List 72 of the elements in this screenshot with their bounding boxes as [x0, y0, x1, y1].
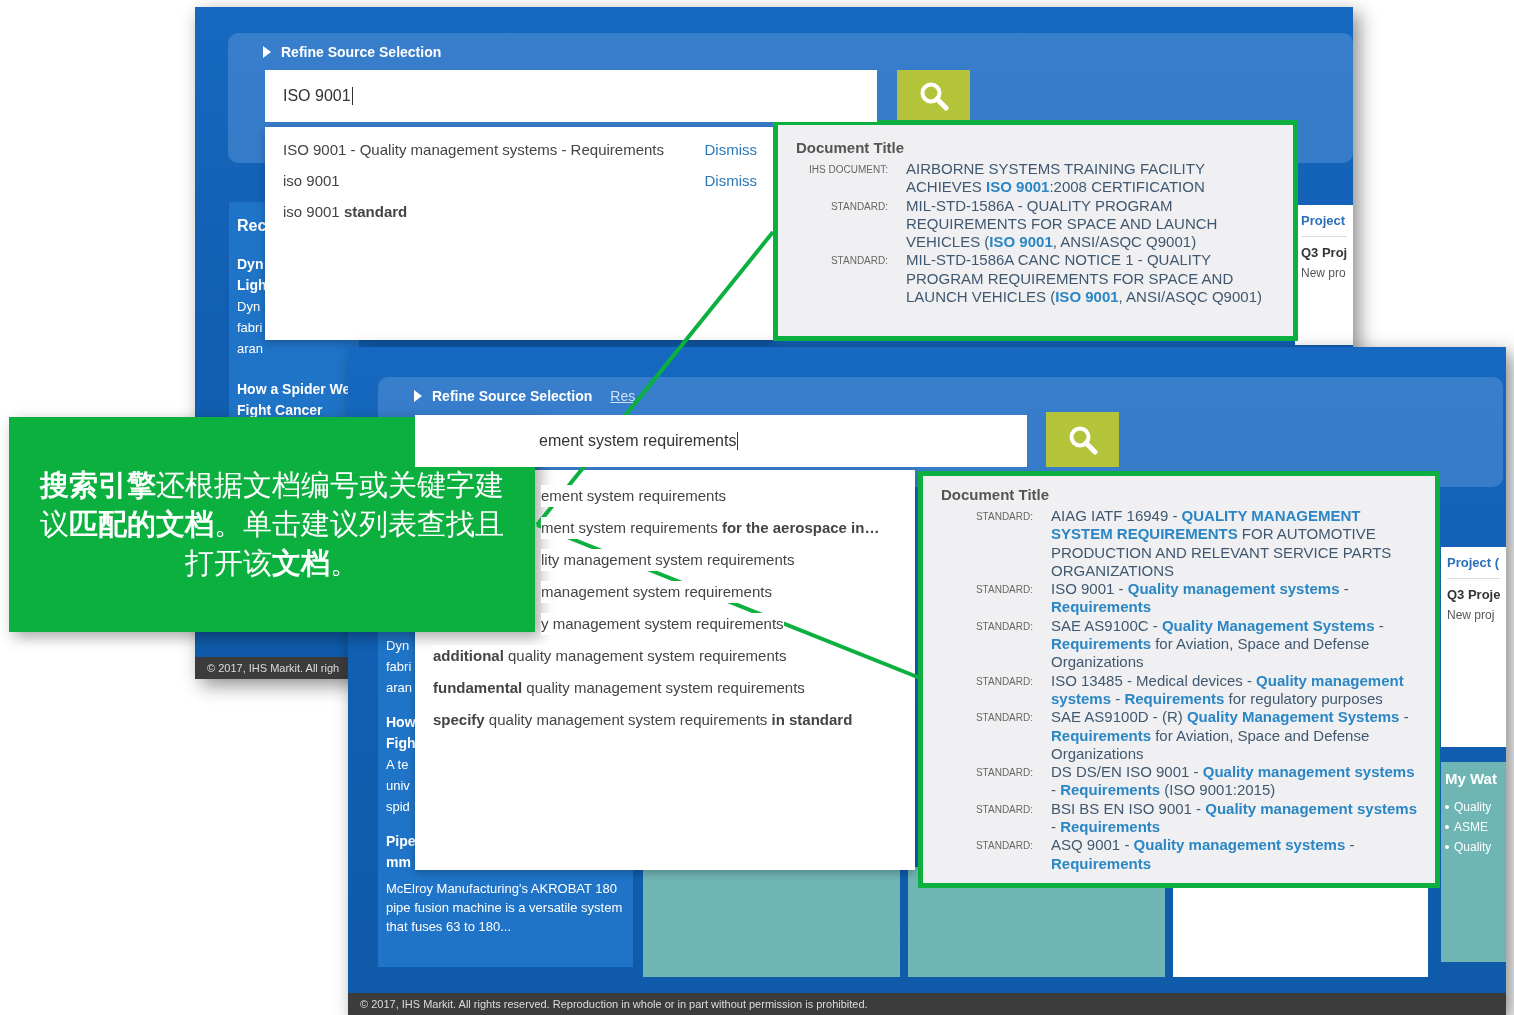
sidebar-text: Ligh [237, 276, 267, 295]
project-item-text: New proj [1447, 608, 1496, 622]
document-title[interactable]: ISO 13485 - Medical devices - Quality management systems - Requirements for regulatory purposes [1051, 671, 1417, 709]
copyright-text: © 2017, IHS Markit. All rights reserved. Reproduction in whole or in part without permission is prohibited. [360, 998, 868, 1010]
document-type: STANDARD: [974, 839, 1034, 852]
search-icon [918, 81, 949, 111]
bullet-icon [1445, 805, 1449, 809]
refine-label: Refine Source Selection [281, 44, 442, 60]
sidebar-text: Dyn [237, 298, 261, 316]
document-title[interactable]: ASQ 9001 - Quality management systems - Requirements [1051, 836, 1417, 873]
project-title: Project [1301, 213, 1347, 237]
sidebar-text: Rec [237, 216, 267, 236]
search-button[interactable] [1046, 412, 1119, 467]
document-type: STANDARD: [974, 510, 1034, 522]
sidebar-text: McElroy Manufacturing's AKROBAT 180 pipe fusion machine is a versatile system that fuses 63 to 180... [386, 880, 624, 936]
sidebar-text: How [386, 713, 416, 732]
document-type: STANDARD: [974, 802, 1034, 815]
triangle-icon [263, 46, 271, 58]
sidebar-text: aran [386, 679, 413, 697]
dismiss-link[interactable]: Dismiss [704, 139, 757, 161]
document-type: STANDARD: [974, 711, 1034, 724]
copyright-text: © 2017, IHS Markit. All righ [207, 662, 340, 674]
project-item-title: Q3 Proj [1301, 245, 1347, 260]
sidebar-text: fabri [386, 658, 412, 676]
document-type: IHS DOCUMENT: [808, 163, 889, 175]
document-title[interactable]: AIRBORNE SYSTEMS TRAINING FACILITY ACHIEVES ISO 9001:2008 CERTIFICATION [906, 160, 1275, 197]
sidebar-text: Fight Cancer [237, 401, 323, 420]
search-button[interactable] [897, 70, 970, 122]
search-icon [1067, 424, 1098, 455]
refine-label: Refine Source Selection [432, 388, 593, 404]
sidebar-text: univ [386, 777, 410, 795]
popup-heading: Document Title [941, 486, 1051, 503]
document-title[interactable]: BSI BS EN ISO 9001 - Quality management systems - Requirements [1051, 799, 1417, 837]
document-title[interactable]: SAE AS9100D - (R) Quality Management Systems - Requirements for Aviation, Space and Defense Organizations [1051, 708, 1417, 764]
document-title[interactable]: MIL-STD-1586A - QUALITY PROGRAM REQUIREMENTS FOR SPACE AND LAUNCH VEHICLES (ISO 9001, ANSI/ASQC Q9001) [906, 196, 1275, 252]
bullet-icon [1445, 845, 1449, 849]
search-field[interactable]: ISO 9001 [265, 70, 877, 122]
project-item-text: New pro [1301, 266, 1347, 280]
suggestion-item[interactable]: lity management system requirements [541, 549, 795, 571]
sidebar-text: spid [386, 798, 410, 816]
search-field[interactable]: ement system requirements [415, 415, 1027, 467]
document-title[interactable]: DS DS/EN ISO 9001 - Quality management systems - Requirements (ISO 9001:2015) [1051, 763, 1417, 800]
bullet-icon [1445, 825, 1449, 829]
popup-heading: Document Title [796, 139, 906, 156]
document-type: STANDARD: [974, 766, 1034, 779]
suggestion-item[interactable]: ment system requirements for the aerospace in… [541, 517, 880, 539]
watch-title: My Wat [1445, 770, 1498, 787]
document-type: STANDARD: [974, 583, 1034, 596]
document-type: STANDARD: [829, 254, 889, 267]
project-item-title: Q3 Proje [1447, 587, 1500, 602]
sidebar-text: Figh [386, 734, 416, 753]
triangle-icon [414, 390, 422, 402]
document-title[interactable]: AIAG IATF 16949 - QUALITY MANAGEMENT SYSTEM REQUIREMENTS FOR AUTOMOTIVE PRODUCTION AND RELEVANT SERVICE PARTS ORGANIZATIONS [1051, 507, 1417, 581]
document-title[interactable]: SAE AS9100C - Quality Management Systems - Requirements for Aviation, Space and Defense Organizations [1051, 616, 1417, 672]
document-type: STANDARD: [829, 199, 889, 212]
document-title[interactable]: MIL-STD-1586A CANC NOTICE 1 - QUALITY PROGRAM REQUIREMENTS FOR SPACE AND LAUNCH VEHICLES (ISO 9001, ANSI/ASQC Q9001) [906, 251, 1275, 307]
sidebar-text: Pipe [386, 832, 416, 851]
project-title: Project ( [1447, 555, 1500, 579]
suggestion-item[interactable]: management system requirements [541, 581, 772, 603]
sidebar-text: A te [386, 756, 409, 774]
sidebar-text: mm [386, 853, 411, 872]
sidebar-text: Dyn [386, 637, 410, 655]
document-type: STANDARD: [974, 619, 1034, 632]
document-type: STANDARD: [974, 674, 1034, 687]
document-title[interactable]: ISO 9001 - Quality management systems - Requirements [1051, 580, 1417, 617]
dismiss-link[interactable]: Dismiss [704, 170, 757, 192]
sidebar-text: aran [237, 340, 264, 358]
suggestion-item[interactable]: ement system requirements [541, 485, 727, 507]
suggestion-item[interactable]: y management system requirements [541, 613, 784, 635]
sidebar-text: Dyn [237, 255, 264, 274]
sidebar-text: fabri [237, 319, 263, 337]
callout-text: 搜索引擎还根据文档编号或关键字建议匹配的文档。单击建议列表查找且打开该文档。 [38, 467, 505, 582]
